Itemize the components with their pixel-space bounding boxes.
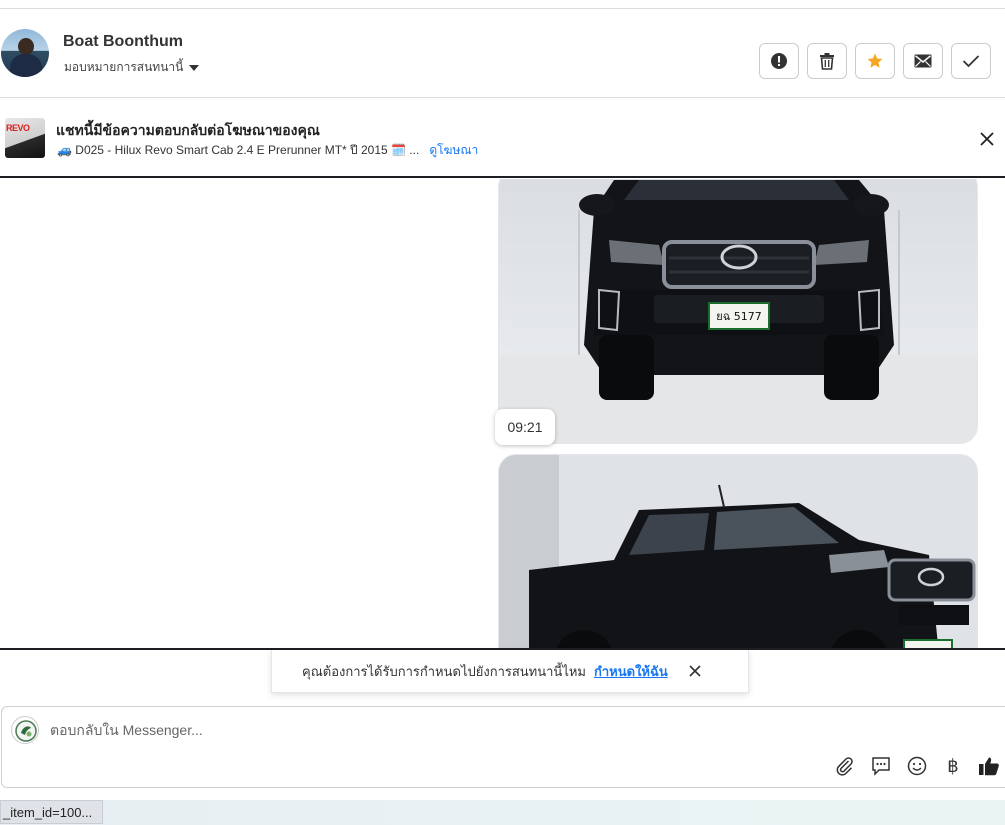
assign-prompt: คุณต้องการได้รับการกำหนดไปยังการสนทนานี้… (271, 650, 749, 693)
avatar-body (10, 54, 42, 77)
user-name[interactable]: Boat Boonthum (63, 33, 183, 51)
assign-dropdown[interactable]: มอบหมายการสนทนานี้ (64, 58, 200, 77)
status-url: _item_id=100... (0, 800, 104, 824)
baht-icon: ฿ (947, 755, 959, 776)
report-button[interactable] (759, 43, 799, 79)
ad-reply-banner: REVO แชทนี้มีข้อความตอบกลับต่อโฆษณาของคุ… (0, 98, 1005, 178)
assign-label: มอบหมายการสนทนานี้ (64, 60, 184, 74)
saved-reply-icon (872, 757, 890, 776)
assign-prompt-text: คุณต้องการได้รับการกำหนดไปยังการสนทนานี้… (302, 663, 586, 679)
composer-tools: ฿ (834, 755, 1000, 777)
page-avatar (11, 716, 39, 744)
reply-input[interactable] (50, 719, 950, 741)
thumbs-up-icon (979, 757, 999, 776)
header-actions (759, 43, 991, 79)
avatar[interactable] (1, 29, 49, 77)
reply-composer: ฿ (1, 706, 1005, 788)
paperclip-icon (836, 757, 853, 776)
check-icon (962, 55, 980, 68)
mark-unread-button[interactable] (903, 43, 943, 79)
view-ad-link[interactable]: ดูโฆษณา (429, 141, 478, 160)
image-message[interactable]: ยฉ 5177 (498, 179, 978, 444)
avatar-head (18, 38, 34, 55)
delete-button[interactable] (807, 43, 847, 79)
chevron-down-icon (189, 64, 200, 71)
message-timestamp: 09:21 (495, 409, 555, 445)
close-icon[interactable] (978, 130, 996, 148)
exclamation-icon (771, 53, 787, 69)
trash-icon (820, 53, 834, 70)
attach-button[interactable] (834, 755, 856, 777)
payment-button[interactable]: ฿ (942, 755, 964, 777)
dismiss-prompt-button[interactable] (688, 664, 702, 678)
truck-side-image (499, 455, 977, 648)
ad-banner-title: แชทนี้มีข้อความตอบกลับต่อโฆษณาของคุณ (56, 122, 320, 138)
ad-banner-subtitle-row: 🚙 D025 - Hilux Revo Smart Cab 2.4 E Prer… (57, 141, 478, 160)
star-button[interactable] (855, 43, 895, 79)
ad-name: 🚙 D025 - Hilux Revo Smart Cab 2.4 E Prer… (57, 143, 420, 157)
envelope-icon (914, 54, 932, 68)
conversation-header: Boat Boonthum มอบหมายการสนทนานี้ (0, 9, 1005, 98)
ad-thumbnail[interactable]: REVO (5, 118, 45, 158)
emoji-button[interactable] (906, 755, 928, 777)
star-icon (867, 53, 883, 68)
mark-done-button[interactable] (951, 43, 991, 79)
emoji-icon (907, 756, 927, 776)
page-logo-icon (15, 720, 37, 742)
browser-status-bar: _item_id=100... (0, 800, 1005, 825)
image-message[interactable] (498, 454, 978, 648)
close-icon (689, 665, 701, 677)
saved-replies-button[interactable] (870, 755, 892, 777)
license-plate-text: ยฉ 5177 (716, 310, 761, 323)
message-thread[interactable]: ยฉ 5177 09:21 (0, 179, 1005, 650)
assign-to-me-link[interactable]: กำหนดให้ฉัน (594, 661, 668, 682)
ad-thumbnail-logo: REVO (6, 123, 30, 133)
truck-front-image: ยฉ 5177 (499, 179, 977, 443)
like-button[interactable] (978, 755, 1000, 777)
